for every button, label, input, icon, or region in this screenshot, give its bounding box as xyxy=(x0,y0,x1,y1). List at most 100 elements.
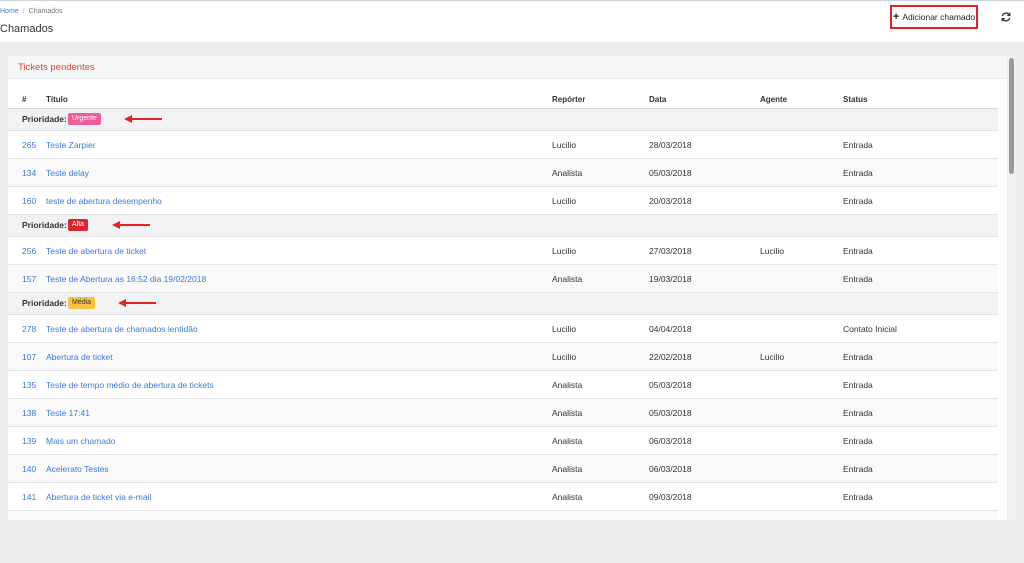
column-header-title[interactable]: Título xyxy=(46,95,68,104)
ticket-title-link[interactable]: Teste delay xyxy=(46,168,89,178)
ticket-agent: Lucilio xyxy=(760,246,785,256)
ticket-id-link[interactable]: 140 xyxy=(22,464,36,474)
ticket-status: Entrada xyxy=(843,436,873,446)
ticket-title-link[interactable]: teste de abertura desempenho xyxy=(46,196,162,206)
ticket-id-link[interactable]: 160 xyxy=(22,196,36,206)
ticket-reporter: Analista xyxy=(552,408,583,418)
ticket-reporter: Lucilio xyxy=(552,246,577,256)
ticket-status: Entrada xyxy=(843,352,873,362)
priority-label: Prioridade: xyxy=(22,298,67,308)
ticket-reporter: Analista xyxy=(552,492,583,502)
ticket-status: Entrada xyxy=(843,464,873,474)
panel-header: Tickets pendentes xyxy=(8,56,1007,79)
tickets-panel: Tickets pendentes # Título Repórter Data… xyxy=(8,56,1007,520)
ticket-date: 05/03/2018 xyxy=(649,168,692,178)
ticket-row[interactable]: 134 Teste delay Analista 05/03/2018 Entrada xyxy=(8,159,998,187)
column-header-status[interactable]: Status xyxy=(843,95,867,104)
ticket-id-link[interactable]: 256 xyxy=(22,246,36,256)
ticket-date: 27/03/2018 xyxy=(649,246,692,256)
priority-group-row: Prioridade: Urgente xyxy=(8,109,998,131)
ticket-id-link[interactable]: 107 xyxy=(22,352,36,362)
annotation-arrow-icon xyxy=(112,221,150,229)
ticket-status: Entrada xyxy=(843,408,873,418)
ticket-status: Entrada xyxy=(843,380,873,390)
annotation-arrow-icon xyxy=(118,299,156,307)
ticket-id-link[interactable]: 134 xyxy=(22,168,36,178)
ticket-row[interactable]: 265 Teste Zarpier Lucilio 28/03/2018 Entrada xyxy=(8,131,998,159)
ticket-id-link[interactable]: 278 xyxy=(22,324,36,334)
ticket-title-link[interactable]: Acelerato Testes xyxy=(46,464,109,474)
ticket-title-link[interactable]: Teste de tempo médio de abertura de tick… xyxy=(46,380,214,390)
ticket-row[interactable]: 135 Teste de tempo médio de abertura de t… xyxy=(8,371,998,399)
ticket-row[interactable]: 107 Abertura de ticket Lucilio 22/02/2018 Lu… xyxy=(8,343,998,371)
ticket-id-link[interactable]: 139 xyxy=(22,436,36,446)
priority-label: Prioridade: xyxy=(22,114,67,124)
page-title: Chamados xyxy=(0,23,54,35)
ticket-reporter: Lucilio xyxy=(552,196,577,206)
tickets-table: # Título Repórter Data Agente Status Pri… xyxy=(8,78,998,520)
ticket-title-link[interactable]: Teste de abertura de ticket xyxy=(46,246,146,256)
ticket-row[interactable]: 142teste 15:01Analista09/03/2018Entrada xyxy=(8,511,998,520)
ticket-title-link[interactable]: Mais um chamado xyxy=(46,436,115,446)
ticket-status: Entrada xyxy=(843,274,873,284)
ticket-title-link[interactable]: Teste Zarpier xyxy=(46,140,96,150)
priority-badge: Média xyxy=(68,297,96,309)
table-header-row: # Título Repórter Data Agente Status xyxy=(8,78,998,109)
add-ticket-button[interactable]: + Adicionar chamado xyxy=(890,5,978,29)
ticket-date: 20/03/2018 xyxy=(649,196,692,206)
ticket-row[interactable]: 160 teste de abertura desempenho Lucilio 20… xyxy=(8,187,998,215)
priority-label: Prioridade: xyxy=(22,220,67,230)
ticket-status: Entrada xyxy=(843,196,873,206)
ticket-title-link[interactable]: Teste de abertura de chamados lentidão xyxy=(46,324,198,334)
ticket-id-link[interactable]: 138 xyxy=(22,408,36,418)
ticket-status: Contato Inicial xyxy=(843,324,897,334)
ticket-status: Entrada xyxy=(843,492,873,502)
ticket-id-link[interactable]: 157 xyxy=(22,274,36,284)
ticket-date: 06/03/2018 xyxy=(649,464,692,474)
add-ticket-label: Adicionar chamado xyxy=(902,12,976,22)
priority-badge: Urgente xyxy=(68,113,101,125)
ticket-date: 28/03/2018 xyxy=(649,140,692,150)
breadcrumb-separator: / xyxy=(22,8,25,15)
priority-badge: Alta xyxy=(68,219,89,231)
ticket-row[interactable]: 157 Teste de Abertura as 16:52 dia 19/02/… xyxy=(8,265,998,293)
ticket-row[interactable]: 139 Mais um chamado Analista 06/03/2018 Entr… xyxy=(8,427,998,455)
ticket-reporter: Lucilio xyxy=(552,140,577,150)
ticket-row[interactable]: 138 Teste 17:41 Analista 05/03/2018 Entrada xyxy=(8,399,998,427)
ticket-date: 19/03/2018 xyxy=(649,274,692,284)
priority-group-row: Prioridade: Alta xyxy=(8,215,998,237)
scrollbar-thumb[interactable] xyxy=(1009,58,1014,174)
ticket-reporter: Analista xyxy=(552,380,583,390)
ticket-title-link[interactable]: Teste de Abertura as 16:52 dia 19/02/201… xyxy=(46,274,206,284)
ticket-title-link[interactable]: Teste 17:41 xyxy=(46,408,90,418)
ticket-reporter: Lucilio xyxy=(552,324,577,334)
ticket-reporter: Analista xyxy=(552,464,583,474)
ticket-row[interactable]: 278 Teste de abertura de chamados lentidã… xyxy=(8,315,998,343)
ticket-title-link[interactable]: Abertura de ticket xyxy=(46,352,113,362)
column-header-agent[interactable]: Agente xyxy=(760,95,787,104)
ticket-id-link[interactable]: 141 xyxy=(22,492,36,502)
ticket-id-link[interactable]: 135 xyxy=(22,380,36,390)
ticket-date: 22/02/2018 xyxy=(649,352,692,362)
priority-group-row: Prioridade: Média xyxy=(8,293,998,315)
annotation-arrow-icon xyxy=(124,115,162,123)
ticket-reporter: Analista xyxy=(552,168,583,178)
ticket-id-link[interactable]: 265 xyxy=(22,140,36,150)
ticket-reporter: Analista xyxy=(552,436,583,446)
ticket-date: 05/03/2018 xyxy=(649,380,692,390)
ticket-status: Entrada xyxy=(843,168,873,178)
ticket-row[interactable]: 256 Teste de abertura de ticket Lucilio 27/… xyxy=(8,237,998,265)
ticket-date: 09/03/2018 xyxy=(649,492,692,502)
column-header-id[interactable]: # xyxy=(22,95,26,104)
top-bar: Home / Chamados Chamados + Adicionar chama… xyxy=(0,0,1024,42)
ticket-status: Entrada xyxy=(843,246,873,256)
column-header-date[interactable]: Data xyxy=(649,95,666,104)
ticket-agent: Lucilio xyxy=(760,352,785,362)
breadcrumb-home-link[interactable]: Home xyxy=(0,8,19,15)
ticket-title-link[interactable]: Abertura de ticket via e-mail xyxy=(46,492,151,502)
ticket-row[interactable]: 140 Acelerato Testes Analista 06/03/2018 Ent… xyxy=(8,455,998,483)
ticket-row[interactable]: 141 Abertura de ticket via e-mail Analista… xyxy=(8,483,998,511)
column-header-reporter[interactable]: Repórter xyxy=(552,95,585,104)
panel-title: Tickets pendentes xyxy=(18,61,95,73)
refresh-icon[interactable] xyxy=(1000,11,1012,23)
